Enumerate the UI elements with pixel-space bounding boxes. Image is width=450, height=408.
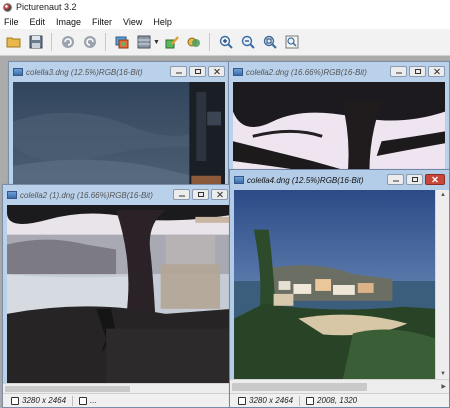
status-bar: 3280 x 2464 ... — [3, 393, 232, 407]
cursor-coords: ... — [90, 396, 97, 405]
horizontal-scrollbar[interactable] — [3, 383, 232, 393]
horizontal-scrollbar[interactable]: ▶ — [230, 379, 449, 393]
scrollbar-thumb[interactable] — [5, 386, 130, 392]
zoom-in-icon[interactable] — [216, 33, 235, 52]
status-bar: 3280 x 2464 2008, 1320 — [230, 393, 449, 407]
scroll-up-icon[interactable]: ▲ — [440, 192, 446, 198]
edit-icon[interactable] — [162, 33, 181, 52]
image-window-colella2-1[interactable]: colella2 (1).dng (16.66%)RGB(16-Bit) 328… — [2, 184, 233, 408]
app-title: Picturenaut 3.2 — [16, 2, 77, 12]
chevron-down-icon[interactable]: ▼ — [153, 39, 160, 46]
close-button[interactable] — [425, 174, 445, 185]
maximize-button[interactable] — [409, 66, 426, 77]
open-folder-icon[interactable] — [4, 33, 23, 52]
photo-colella4 — [234, 190, 435, 379]
vertical-scrollbar[interactable]: ▲ ▼ — [435, 190, 449, 379]
minimize-button[interactable] — [173, 189, 190, 200]
app-title-bar: Picturenaut 3.2 — [0, 0, 450, 14]
status-divider — [72, 395, 74, 406]
document-icon — [13, 68, 23, 76]
scroll-right-icon[interactable]: ▶ — [441, 384, 446, 390]
maximize-button[interactable] — [192, 189, 209, 200]
minimize-button[interactable] — [390, 66, 407, 77]
document-icon — [233, 68, 243, 76]
zoom-out-icon[interactable] — [238, 33, 257, 52]
close-button[interactable] — [208, 66, 225, 77]
cursor-coords: 2008, 1320 — [317, 396, 358, 405]
resolution-icon — [238, 396, 246, 405]
menu-view[interactable]: View — [123, 17, 142, 27]
cursor-position-icon — [306, 396, 315, 405]
photo-colella2-1 — [7, 205, 232, 389]
status-divider — [299, 395, 301, 406]
maximize-button[interactable] — [189, 66, 206, 77]
image-resolution: 3280 x 2464 — [249, 396, 294, 405]
image-window-colella4[interactable]: colella4.dng (12.5%)RGB(16-Bit) ▲ ▼ ▶ 32… — [229, 169, 450, 408]
image-canvas[interactable] — [234, 190, 435, 379]
scroll-down-icon[interactable]: ▼ — [440, 371, 446, 377]
image-resolution: 3280 x 2464 — [22, 396, 67, 405]
cursor-position-icon — [79, 396, 88, 405]
close-button[interactable] — [428, 66, 445, 77]
grid-icon[interactable] — [134, 33, 153, 52]
menu-filter[interactable]: Filter — [92, 17, 112, 27]
mdi-workspace: colella3.dng (12.5%)RGB(16-Bit) colella2… — [0, 56, 450, 408]
toolbar-separator — [51, 33, 52, 51]
menu-bar: File Edit Image Filter View Help — [0, 14, 450, 29]
menu-image[interactable]: Image — [56, 17, 81, 27]
layers-icon[interactable] — [112, 33, 131, 52]
menu-help[interactable]: Help — [153, 17, 172, 27]
image-canvas[interactable] — [7, 205, 232, 389]
document-icon — [7, 191, 17, 199]
redo-icon[interactable] — [80, 33, 99, 52]
close-button[interactable] — [211, 189, 228, 200]
menu-file[interactable]: File — [4, 17, 19, 27]
toolbar-separator — [105, 33, 106, 51]
menu-edit[interactable]: Edit — [30, 17, 46, 27]
resolution-icon — [11, 396, 19, 405]
adjust-icon[interactable] — [184, 33, 203, 52]
zoom-actual-icon[interactable] — [282, 33, 301, 52]
undo-icon[interactable] — [58, 33, 77, 52]
minimize-button[interactable] — [387, 174, 404, 185]
toolbar: ▼ — [0, 29, 450, 56]
scrollbar-thumb[interactable] — [232, 383, 367, 391]
minimize-button[interactable] — [170, 66, 187, 77]
document-icon — [234, 176, 244, 184]
save-icon[interactable] — [26, 33, 45, 52]
maximize-button[interactable] — [406, 174, 423, 185]
toolbar-separator — [209, 33, 210, 51]
zoom-fit-icon[interactable] — [260, 33, 279, 52]
app-icon — [3, 2, 12, 12]
